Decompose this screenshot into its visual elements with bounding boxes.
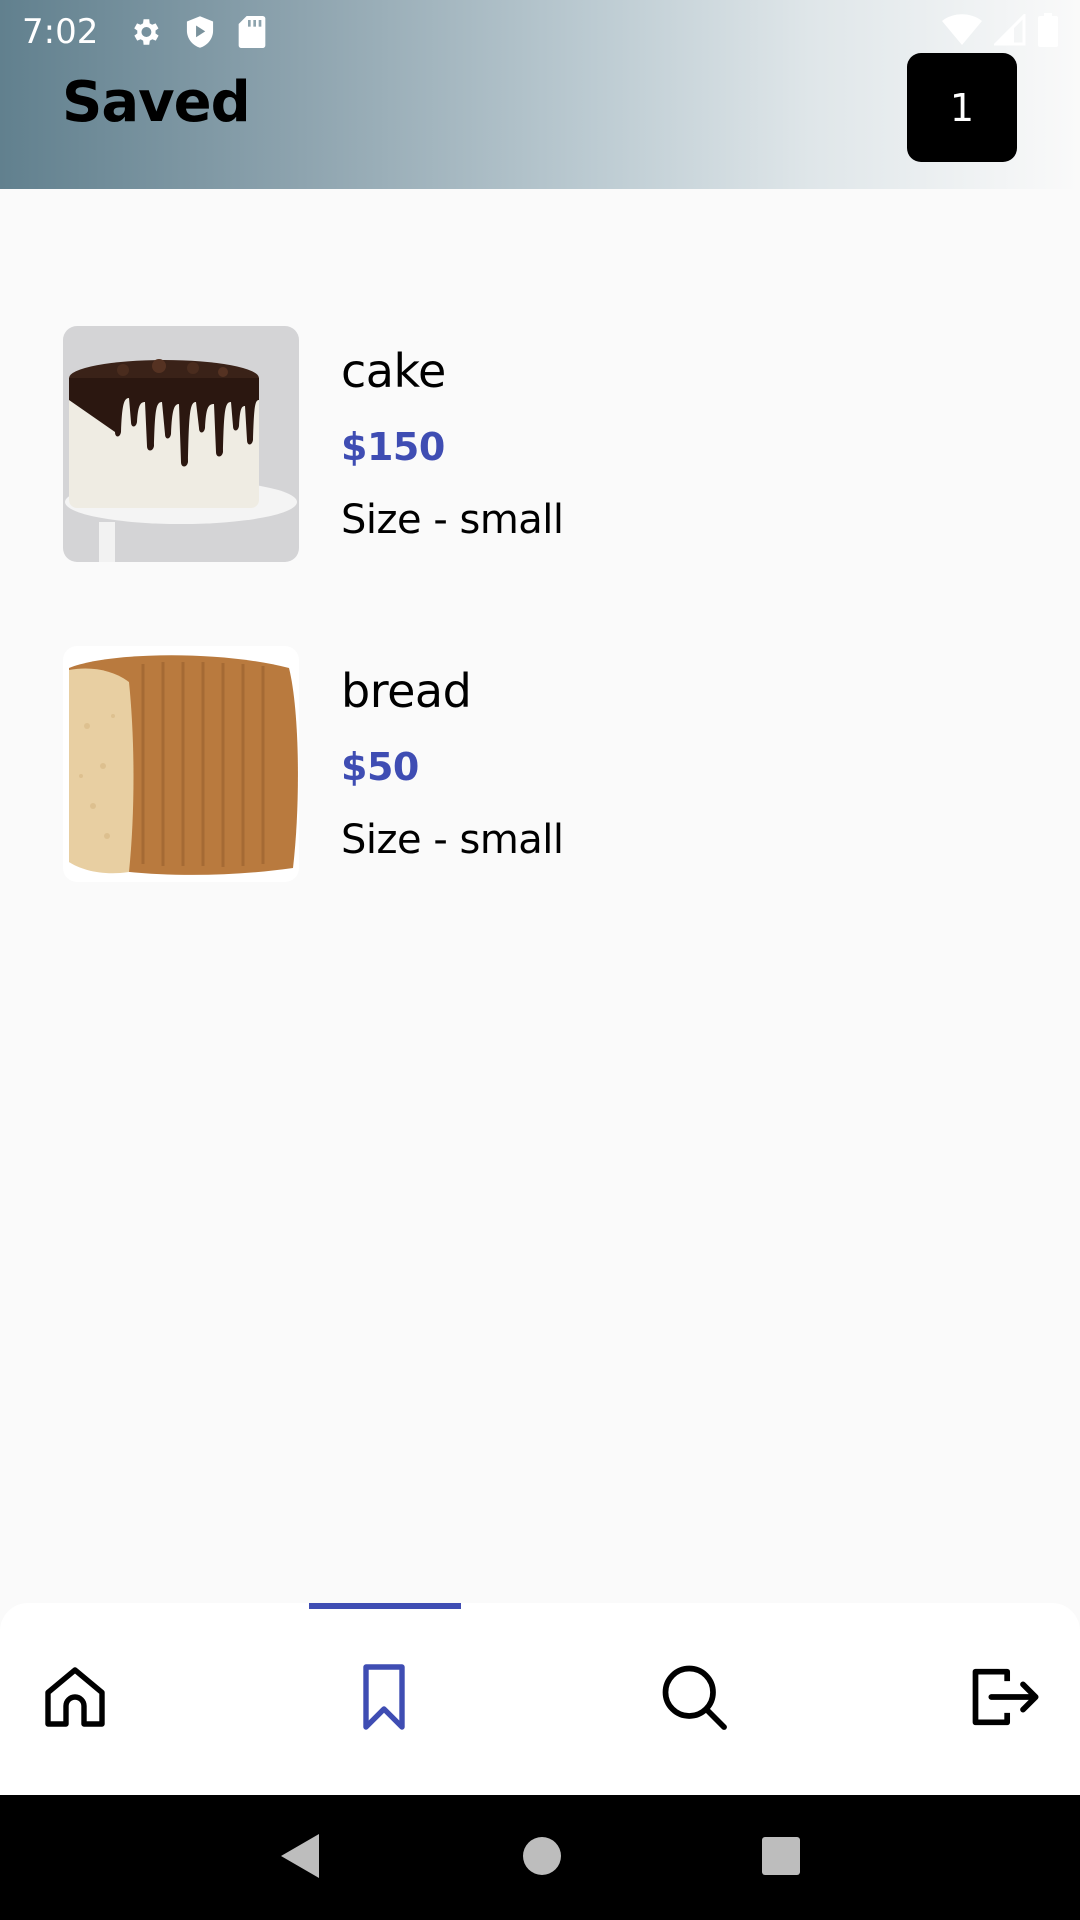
list-item[interactable]: bread $50 Size - small [63,646,1063,882]
home-icon [39,1661,111,1737]
cell-signal-icon [992,11,1026,50]
item-size: Size - small [341,817,564,863]
item-size: Size - small [341,497,564,543]
item-name: bread [341,664,472,718]
logout-icon [966,1659,1042,1739]
settings-gear-icon [128,15,162,49]
search-icon [656,1659,732,1739]
nav-logout[interactable] [929,1603,1079,1795]
status-time: 7:02 [22,11,99,52]
shield-icon [184,15,216,49]
saved-count-badge[interactable]: 1 [907,53,1017,162]
item-price: $50 [341,745,419,789]
bookmark-icon [348,1661,420,1737]
sd-card-icon [238,15,266,48]
cake-image [63,326,299,562]
list-item[interactable]: cake $150 Size - small [63,326,1063,562]
nav-search[interactable] [619,1603,769,1795]
home-circle-icon[interactable] [522,1836,562,1880]
active-tab-indicator [309,1603,461,1609]
back-icon[interactable] [279,1832,323,1884]
item-name: cake [341,344,446,398]
recents-square-icon[interactable] [761,1836,801,1880]
nav-saved[interactable] [309,1603,461,1795]
bottom-navigation [0,1603,1080,1795]
nav-home[interactable] [0,1603,150,1795]
item-price: $150 [341,425,445,469]
battery-icon [1038,12,1058,51]
page-title: Saved [62,70,251,135]
system-navigation-bar [0,1795,1080,1920]
bread-image [63,646,299,882]
wifi-icon [942,13,982,50]
